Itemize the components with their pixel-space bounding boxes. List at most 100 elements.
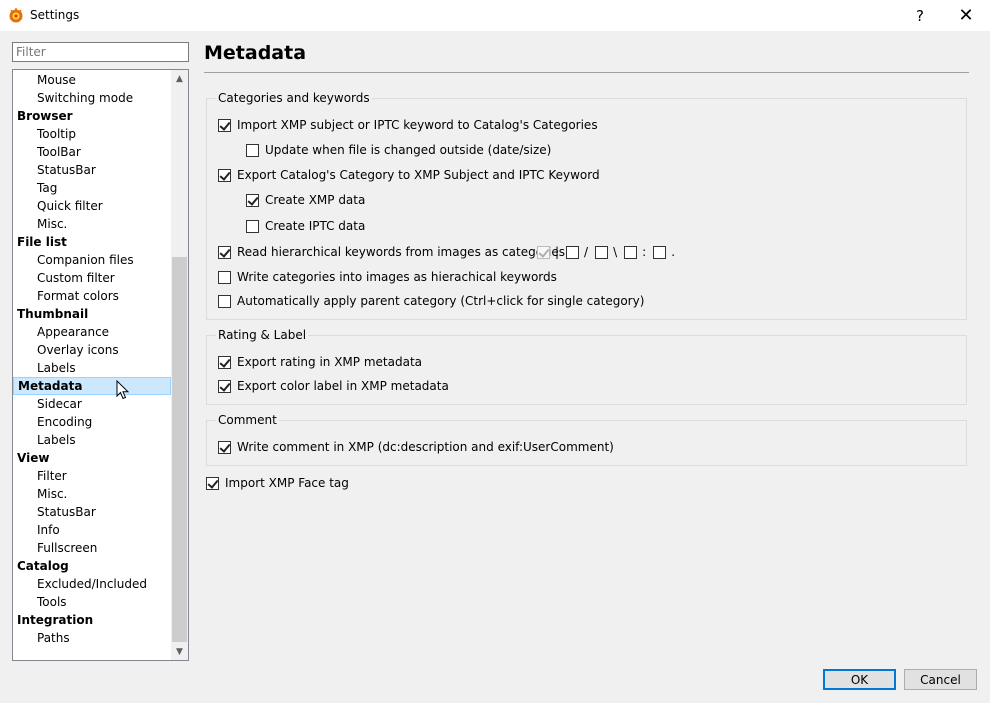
tree-category[interactable]: Integration <box>13 611 171 629</box>
tree-category[interactable]: View <box>13 449 171 467</box>
checkbox-label: Automatically apply parent category (Ctr… <box>237 294 645 308</box>
tree-list: Mouse Switching mode Browser Tooltip ToolBar… <box>13 71 171 647</box>
tree-item[interactable]: Info <box>13 521 171 539</box>
tree-item[interactable]: Tag <box>13 179 171 197</box>
checkbox-label: Export Catalog's Category to XMP Subject… <box>237 168 600 182</box>
import-xmp-checkbox[interactable]: Import XMP subject or IPTC keyword to Ca… <box>218 117 598 133</box>
tree-scrollbar[interactable]: ▲ ▼ <box>171 70 188 660</box>
checkbox-box[interactable] <box>246 193 259 207</box>
help-button[interactable]: ? <box>897 0 943 31</box>
close-button[interactable]: ✕ <box>943 0 989 31</box>
cancel-button[interactable]: Cancel <box>904 669 977 690</box>
checkbox-box[interactable] <box>218 168 231 182</box>
tree-item[interactable]: Mouse <box>13 71 171 89</box>
auto-parent-checkbox[interactable]: Automatically apply parent category (Ctr… <box>218 293 644 309</box>
tree-category[interactable]: Browser <box>13 107 171 125</box>
tree-item[interactable]: Misc. <box>13 485 171 503</box>
export-color-checkbox[interactable]: Export color label in XMP metadata <box>218 378 449 394</box>
checkbox-label: Write categories into images as hierachi… <box>237 270 557 284</box>
separator-char: \ <box>613 245 618 259</box>
tree-category[interactable]: Catalog <box>13 557 171 575</box>
separator-checkbox[interactable] <box>624 245 638 259</box>
checkbox-label: Import XMP subject or IPTC keyword to Ca… <box>237 118 598 132</box>
separator-checkbox[interactable] <box>653 245 667 259</box>
tree-item[interactable]: Labels <box>13 431 171 449</box>
filter-input[interactable] <box>12 42 189 62</box>
tree-item[interactable]: Paths <box>13 629 171 647</box>
write-comment-checkbox[interactable]: Write comment in XMP (dc:description and… <box>218 439 614 455</box>
tree-category[interactable]: Thumbnail <box>13 305 171 323</box>
categories-group-label: Categories and keywords <box>216 91 372 105</box>
scroll-down-icon[interactable]: ▼ <box>171 643 188 660</box>
tree-item[interactable]: Misc. <box>13 215 171 233</box>
tree-category[interactable]: Metadata <box>13 377 171 395</box>
tree-item[interactable]: Fullscreen <box>13 539 171 557</box>
page-title: Metadata <box>204 42 307 64</box>
create-iptc-checkbox[interactable]: Create IPTC data <box>246 218 365 234</box>
comment-group-label: Comment <box>216 413 279 427</box>
tree-item[interactable]: Encoding <box>13 413 171 431</box>
tree-item[interactable]: Filter <box>13 467 171 485</box>
checkbox-box[interactable] <box>206 476 219 490</box>
tree-item[interactable]: StatusBar <box>13 503 171 521</box>
checkbox-box[interactable] <box>218 245 231 259</box>
checkbox-label: Write comment in XMP (dc:description and… <box>237 440 614 454</box>
checkbox-label: Export rating in XMP metadata <box>237 355 422 369</box>
checkbox-box[interactable] <box>218 355 231 369</box>
tree-item[interactable]: Tools <box>13 593 171 611</box>
scroll-up-icon[interactable]: ▲ <box>171 70 188 87</box>
separator-checkbox[interactable] <box>595 245 609 259</box>
checkbox-label: Import XMP Face tag <box>225 476 349 490</box>
tree-item[interactable]: Overlay icons <box>13 341 171 359</box>
checkbox-box[interactable] <box>218 379 231 393</box>
checkbox-label: Update when file is changed outside (dat… <box>265 143 552 157</box>
separator-checkbox <box>537 245 550 259</box>
create-xmp-checkbox[interactable]: Create XMP data <box>246 192 365 208</box>
checkbox-box[interactable] <box>246 219 259 233</box>
tree-item[interactable]: Excluded/Included <box>13 575 171 593</box>
rating-group <box>206 335 967 405</box>
mouse-cursor-icon <box>116 380 130 400</box>
export-rating-checkbox[interactable]: Export rating in XMP metadata <box>218 354 422 370</box>
tree-item[interactable]: Tooltip <box>13 125 171 143</box>
window-title: Settings <box>30 8 80 22</box>
read-hierarchical-checkbox[interactable]: Read hierarchical keywords from images a… <box>218 244 565 260</box>
tree-item[interactable]: Format colors <box>13 287 171 305</box>
separator-char: . <box>671 245 676 259</box>
title-bar: Settings ? ✕ <box>0 0 990 31</box>
separator-char: / <box>584 245 589 259</box>
checkbox-label: Export color label in XMP metadata <box>237 379 449 393</box>
title-divider <box>204 72 969 73</box>
checkbox-box[interactable] <box>218 440 231 454</box>
tree-item[interactable]: ToolBar <box>13 143 171 161</box>
checkbox-box[interactable] <box>218 294 231 308</box>
tree-item[interactable]: StatusBar <box>13 161 171 179</box>
checkbox-box[interactable] <box>246 143 259 157</box>
ok-button[interactable]: OK <box>823 669 896 690</box>
tree-item[interactable]: Labels <box>13 359 171 377</box>
tree-item[interactable]: Switching mode <box>13 89 171 107</box>
export-category-checkbox[interactable]: Export Catalog's Category to XMP Subject… <box>218 167 600 183</box>
separator-options: | / \ : . <box>537 244 682 260</box>
tree-item[interactable]: Companion files <box>13 251 171 269</box>
tree-item[interactable]: Sidecar <box>13 395 171 413</box>
app-icon <box>9 8 23 23</box>
checkbox-label: Create XMP data <box>265 193 366 207</box>
update-outside-checkbox[interactable]: Update when file is changed outside (dat… <box>246 142 551 158</box>
tree-item[interactable]: Appearance <box>13 323 171 341</box>
checkbox-box[interactable] <box>218 118 231 132</box>
settings-tree[interactable]: Mouse Switching mode Browser Tooltip ToolBar… <box>12 69 189 661</box>
tree-item[interactable]: Quick filter <box>13 197 171 215</box>
checkbox-label: Create IPTC data <box>265 219 366 233</box>
tree-item[interactable]: Custom filter <box>13 269 171 287</box>
separator-char: | <box>555 245 560 259</box>
write-hierarchical-checkbox[interactable]: Write categories into images as hierachi… <box>218 269 557 285</box>
import-face-tag-checkbox[interactable]: Import XMP Face tag <box>206 475 349 491</box>
tree-category[interactable]: File list <box>13 233 171 251</box>
separator-char: : <box>642 245 647 259</box>
checkbox-label: Read hierarchical keywords from images a… <box>237 245 565 259</box>
separator-checkbox[interactable] <box>566 245 580 259</box>
checkbox-box[interactable] <box>218 270 231 284</box>
scroll-thumb[interactable] <box>172 257 187 642</box>
rating-group-label: Rating & Label <box>216 328 309 342</box>
